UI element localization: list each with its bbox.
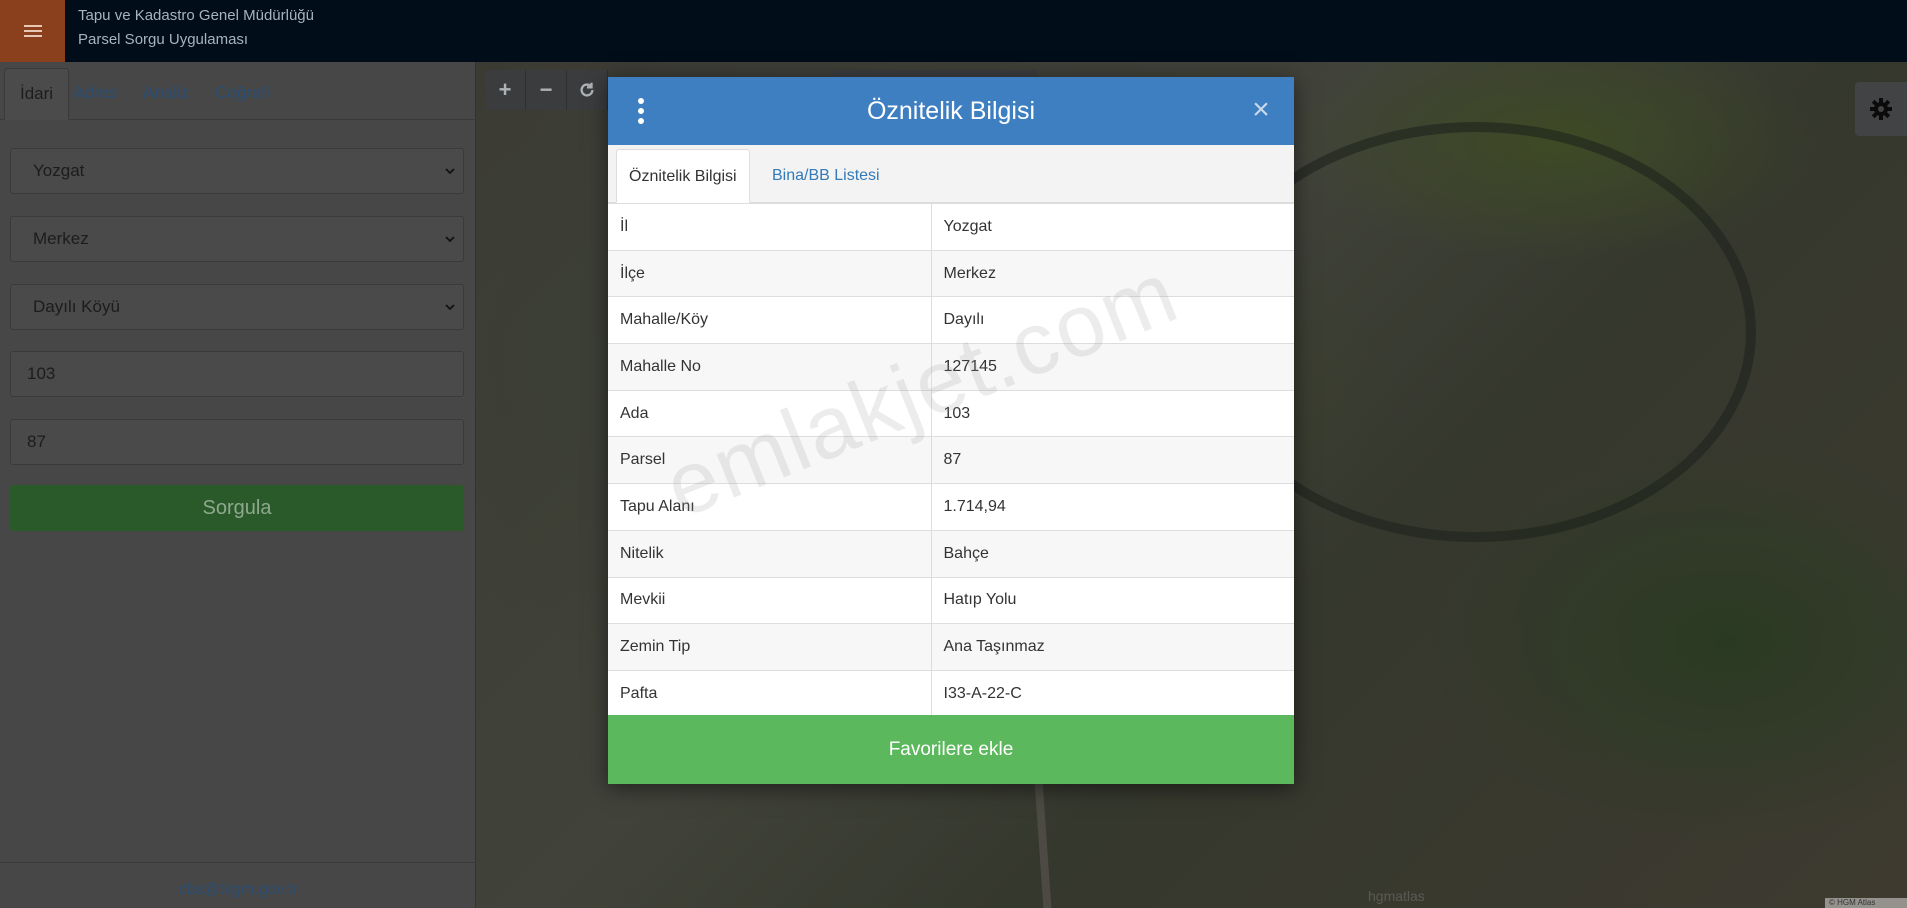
attribute-key: İlçe	[608, 249, 932, 297]
neighborhood-select-value: Dayılı Köyü	[33, 297, 120, 316]
modal-title: Öznitelik Bilgisi	[866, 97, 1036, 125]
block-input[interactable]: 103	[10, 351, 464, 397]
table-row: Mahalle/Köy Dayılı	[608, 296, 1294, 344]
attribute-info-modal: Öznitelik Bilgisi × Öznitelik Bilgisi Bi…	[608, 77, 1294, 784]
tab-cografi[interactable]: Coğrafi	[200, 68, 285, 120]
chevron-down-icon	[445, 236, 455, 243]
table-row: Mahalle No 127145	[608, 343, 1294, 391]
attribute-value: Yozgat	[931, 203, 1294, 251]
attribute-value: 127145	[931, 343, 1294, 391]
settings-button[interactable]	[1855, 82, 1907, 136]
table-row: Tapu Alanı 1.714,94	[608, 483, 1294, 531]
attribute-key: Mahalle/Köy	[608, 296, 932, 344]
chevron-down-icon	[445, 168, 455, 175]
refresh-button[interactable]	[567, 70, 608, 110]
zoom-in-button[interactable]: +	[485, 70, 526, 110]
attribute-value: Bahçe	[931, 529, 1294, 577]
map-watermark: hgmatlas	[1368, 888, 1425, 904]
kebab-menu-icon[interactable]	[638, 98, 644, 124]
attribute-key: Mevkii	[608, 576, 932, 624]
attribute-key: Pafta	[608, 669, 932, 718]
modal-tabs: Öznitelik Bilgisi Bina/BB Listesi	[608, 145, 1294, 203]
neighborhood-select[interactable]: Dayılı Köyü	[10, 284, 464, 330]
district-select-value: Merkez	[33, 229, 89, 248]
attribute-key: Tapu Alanı	[608, 483, 932, 531]
minus-icon: −	[539, 77, 553, 102]
hamburger-icon	[23, 30, 42, 32]
attribute-key: Parsel	[608, 436, 932, 484]
app-header: Tapu ve Kadastro Genel Müdürlüğü Parsel …	[0, 0, 1907, 62]
add-to-favorites-button[interactable]: Favorilere ekle	[608, 715, 1294, 784]
attribute-value: Dayılı	[931, 296, 1294, 344]
attribute-value: Merkez	[931, 249, 1294, 297]
attribute-key: Mahalle No	[608, 343, 932, 391]
tab-attribute-info[interactable]: Öznitelik Bilgisi	[616, 149, 750, 203]
app-title-line2: Parsel Sorgu Uygulaması	[78, 31, 249, 48]
map-attribution: © HGM Atlas	[1825, 898, 1907, 908]
attribute-value: 1.714,94	[931, 483, 1294, 531]
attribute-value: Hatıp Yolu	[931, 576, 1294, 624]
table-row: Pafta I33-A-22-C	[608, 669, 1294, 718]
chevron-down-icon	[445, 304, 455, 311]
attribute-table: İl Yozgat İlçe Merkez Mahalle/Köy Dayılı Mahal…	[608, 203, 1294, 718]
app-title-line1: Tapu ve Kadastro Genel Müdürlüğü	[78, 7, 314, 24]
attribute-key: Ada	[608, 389, 932, 437]
table-row: Parsel 87	[608, 436, 1294, 484]
table-row: Ada 103	[608, 389, 1294, 437]
hamburger-menu-button[interactable]	[0, 0, 65, 62]
attribute-key: İl	[608, 203, 932, 251]
attribute-value: 103	[931, 389, 1294, 437]
district-select[interactable]: Merkez	[10, 216, 464, 262]
attribute-value: Ana Taşınmaz	[931, 623, 1294, 671]
query-button[interactable]: Sorgula	[10, 485, 464, 531]
tab-building-list[interactable]: Bina/BB Listesi	[760, 149, 892, 203]
zoom-out-button[interactable]: −	[526, 70, 567, 110]
sidebar-tabs: İdari Adres Analiz Coğrafi	[0, 68, 476, 120]
attribute-value: 87	[931, 436, 1294, 484]
table-row: Mevkii Hatıp Yolu	[608, 576, 1294, 624]
close-icon[interactable]: ×	[1246, 95, 1276, 125]
province-select[interactable]: Yozgat	[10, 148, 464, 194]
table-row: İlçe Merkez	[608, 249, 1294, 297]
tab-adres[interactable]: Adres	[58, 68, 132, 120]
sidebar-footer: cbs@tkgm.gov.tr	[0, 862, 476, 908]
province-select-value: Yozgat	[33, 161, 85, 180]
sidebar-panel: İdari Adres Analiz Coğrafi Yozgat Merkez…	[0, 62, 476, 908]
table-row: Nitelik Bahçe	[608, 529, 1294, 577]
table-row: İl Yozgat	[608, 203, 1294, 251]
attribute-key: Nitelik	[608, 529, 932, 577]
table-row: Zemin Tip Ana Taşınmaz	[608, 623, 1294, 671]
modal-header: Öznitelik Bilgisi ×	[608, 77, 1294, 145]
attribute-value: I33-A-22-C	[931, 669, 1294, 718]
attribute-key: Zemin Tip	[608, 623, 932, 671]
map-toolbar: + −	[485, 70, 608, 110]
parcel-input[interactable]: 87	[10, 419, 464, 465]
app-title: Tapu ve Kadastro Genel Müdürlüğü Parsel …	[78, 4, 314, 52]
gear-icon	[1870, 98, 1892, 120]
refresh-icon	[580, 82, 594, 97]
tab-analiz[interactable]: Analiz	[128, 68, 204, 120]
plus-icon: +	[498, 77, 512, 102]
contact-email-link[interactable]: cbs@tkgm.gov.tr	[178, 881, 297, 898]
